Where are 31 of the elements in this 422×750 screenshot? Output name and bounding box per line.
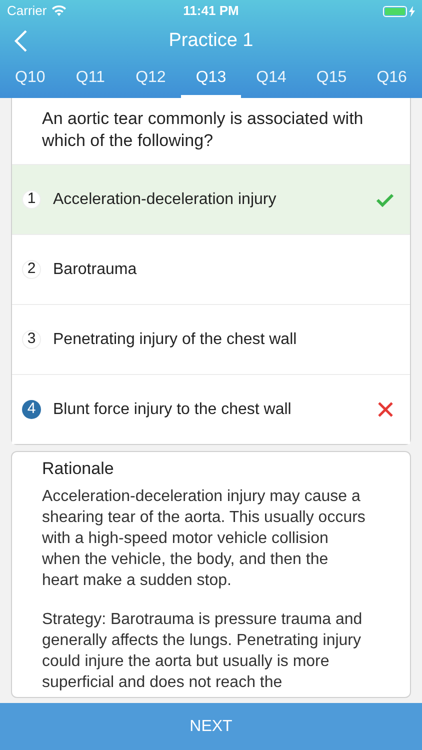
rationale-paragraph: Acceleration-deceleration injury may cause a shearing tear of the aorta. This usually occurs with a high-speed motor vehicle collision when the vehicle, the body, and then the heart make a sudden stop. xyxy=(42,486,366,590)
option-number: 4 xyxy=(22,400,41,419)
option-text: Penetrating injury of the chest wall xyxy=(53,330,298,350)
back-button[interactable] xyxy=(14,29,28,53)
question-tab[interactable]: Q12 xyxy=(120,60,181,98)
nav-title: Practice 1 xyxy=(168,28,254,53)
next-button[interactable]: NEXT xyxy=(0,703,422,750)
wifi-icon xyxy=(50,5,67,17)
question-tab[interactable]: Q15 xyxy=(301,60,362,98)
back-icon xyxy=(14,29,28,53)
battery-icon xyxy=(383,6,407,16)
charging-icon xyxy=(409,6,415,16)
answer-option[interactable]: 4 Blunt force injury to the chest wall xyxy=(12,374,410,444)
question-text: An aortic tear commonly is associated with which of the following? xyxy=(41,108,364,152)
option-number: 2 xyxy=(22,260,41,279)
option-number: 1 xyxy=(22,190,41,209)
carrier-label: Carrier xyxy=(7,2,47,20)
question-tab[interactable]: Q16 xyxy=(362,60,422,98)
option-number: 3 xyxy=(22,330,41,349)
question-tab[interactable]: Q11 xyxy=(60,60,121,98)
status-time: 11:41 PM xyxy=(182,2,240,20)
answer-option[interactable]: 1 Acceleration-deceleration injury xyxy=(12,164,410,234)
option-text: Barotrauma xyxy=(53,260,138,280)
option-text: Acceleration-deceleration injury xyxy=(53,190,278,210)
cross-icon xyxy=(378,402,393,417)
check-icon xyxy=(376,192,394,206)
rationale-title: Rationale xyxy=(42,458,115,480)
question-tab[interactable]: Q10 xyxy=(0,60,60,98)
rationale-paragraph: Strategy: Barotrauma is pressure trauma and generally affects the lungs. Penetrating injury could injure the aorta but usually is more superficial and does not reach the xyxy=(42,610,364,692)
question-tab[interactable]: Q14 xyxy=(241,60,302,98)
option-text: Blunt force injury to the chest wall xyxy=(53,400,292,420)
